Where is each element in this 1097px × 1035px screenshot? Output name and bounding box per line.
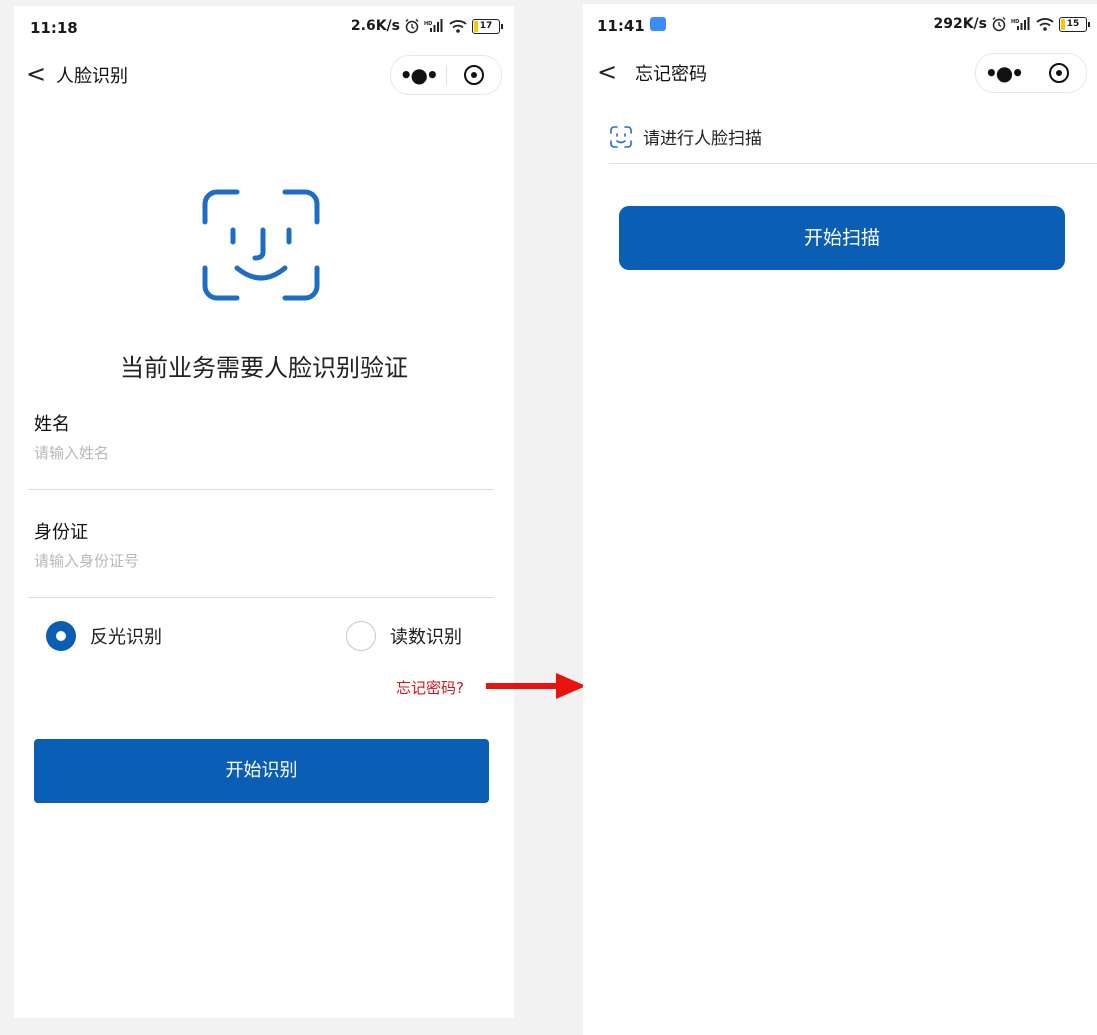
scan-prompt-text: 请进行人脸扫描 <box>643 129 762 149</box>
target-circle-icon[interactable] <box>1031 63 1086 83</box>
face-scan-icon <box>610 125 632 148</box>
start-recognize-button[interactable]: 开始识别 <box>34 739 489 803</box>
nav-bar: < 忘记密码 •●• <box>583 48 1097 98</box>
face-scan-icon <box>202 189 320 301</box>
status-time: 11:41 <box>597 17 666 35</box>
signal-icon: HD <box>424 19 443 32</box>
battery-level: 15 <box>1066 18 1080 29</box>
target-circle-icon[interactable] <box>447 65 502 85</box>
right-screen: 11:41 292K/s HD 15 < 忘记密码 •●• 请进行人脸扫描 开始… <box>583 4 1097 1035</box>
radio-reading[interactable]: 读数识别 <box>346 621 462 651</box>
battery-level: 17 <box>479 20 493 31</box>
radio-reflect-label: 反光识别 <box>90 627 162 648</box>
left-screen: 11:18 2.6K/s HD 17 < 人脸识别 •●• 当前业务需要人脸识别… <box>14 6 514 1018</box>
status-bar: 11:18 2.6K/s HD 17 <box>14 6 514 50</box>
status-right: 292K/s HD 15 <box>933 16 1090 32</box>
status-time: 11:18 <box>30 19 78 37</box>
name-divider <box>28 489 494 490</box>
svg-text:HD: HD <box>1011 19 1019 25</box>
app-badge-icon <box>649 17 666 31</box>
more-dots-icon[interactable]: •●• <box>976 61 1031 85</box>
battery-icon: 17 <box>472 18 503 34</box>
back-chevron-icon[interactable]: < <box>26 60 50 88</box>
wifi-icon <box>449 20 467 33</box>
battery-icon: 15 <box>1059 16 1090 32</box>
arrow-right-icon <box>486 673 586 699</box>
net-speed: 292K/s <box>933 16 987 32</box>
wifi-icon <box>1036 18 1054 31</box>
name-field: 姓名 <box>34 410 494 462</box>
page-title: 人脸识别 <box>56 66 128 87</box>
alarm-icon <box>405 19 419 34</box>
status-bar: 11:41 292K/s HD 15 <box>583 4 1097 48</box>
net-speed: 2.6K/s <box>350 18 400 34</box>
id-divider <box>28 597 494 598</box>
name-label: 姓名 <box>34 414 70 435</box>
status-right: 2.6K/s HD 17 <box>350 18 503 34</box>
mini-program-capsule: •●• <box>390 55 502 95</box>
svg-text:HD: HD <box>424 21 432 27</box>
name-input[interactable] <box>34 444 474 462</box>
status-time-text: 11:41 <box>597 17 645 35</box>
back-chevron-icon[interactable]: < <box>597 58 621 86</box>
more-dots-icon[interactable]: •●• <box>391 63 446 87</box>
scan-divider <box>609 163 1097 164</box>
alarm-icon <box>992 17 1006 32</box>
radio-unselected-icon[interactable] <box>346 621 376 651</box>
start-scan-button[interactable]: 开始扫描 <box>619 206 1065 270</box>
id-field: 身份证 <box>34 518 494 570</box>
radio-reflect[interactable]: 反光识别 <box>46 621 162 651</box>
mini-program-capsule: •●• <box>975 53 1087 93</box>
scan-prompt-row: 请进行人脸扫描 <box>609 124 762 149</box>
radio-reading-label: 读数识别 <box>390 627 462 648</box>
signal-icon: HD <box>1011 17 1030 30</box>
id-input[interactable] <box>34 552 474 570</box>
page-title: 忘记密码 <box>635 64 707 85</box>
forgot-password-link[interactable]: 忘记密码? <box>396 677 464 698</box>
nav-bar: < 人脸识别 •●• <box>14 50 514 100</box>
id-label: 身份证 <box>34 522 88 543</box>
radio-selected-icon[interactable] <box>46 621 76 651</box>
headline: 当前业务需要人脸识别验证 <box>120 354 408 382</box>
